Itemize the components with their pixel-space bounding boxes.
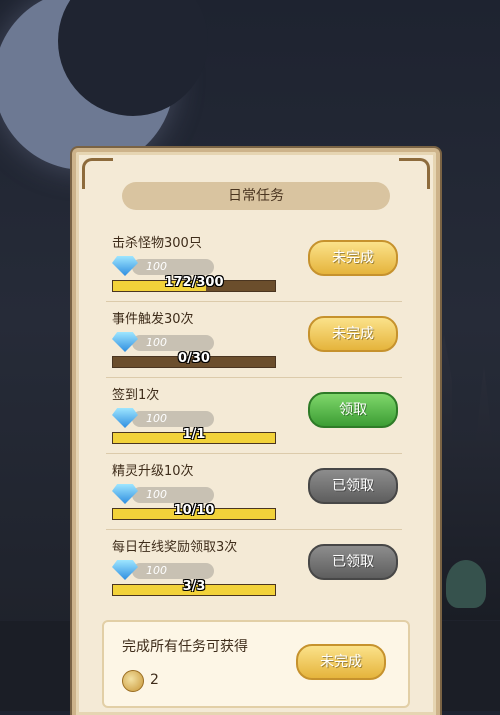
daily-tasks-panel: 日常任务 击杀怪物300只 100 172/300 未完成 事件触发30次 10… <box>72 148 440 715</box>
task-reward: 100 <box>112 332 222 352</box>
progress-bar: 1/1 <box>112 427 276 444</box>
progress-bar: 172/300 <box>112 275 276 292</box>
progress-bar: 0/30 <box>112 351 276 368</box>
corner-ornament <box>399 158 430 189</box>
task-reward: 100 <box>112 484 222 504</box>
task-action-button[interactable]: 未完成 <box>308 240 398 276</box>
task-action-button[interactable]: 领取 <box>308 392 398 428</box>
task-action-button[interactable]: 已领取 <box>308 468 398 504</box>
panel-title: 日常任务 <box>122 182 390 210</box>
progress-text: 3/3 <box>182 579 206 594</box>
goblin-creature <box>446 560 486 608</box>
claim-all-button[interactable]: 未完成 <box>296 644 386 680</box>
task-title: 每日在线奖励领取3次 <box>112 540 238 555</box>
progress-text: 172/300 <box>164 275 224 290</box>
task-title: 击杀怪物300只 <box>112 236 202 251</box>
task-title: 事件触发30次 <box>112 312 194 327</box>
task-row: 签到1次 100 1/1 领取 <box>106 382 402 454</box>
task-action-button[interactable]: 已领取 <box>308 544 398 580</box>
progress-text: 10/10 <box>173 503 215 518</box>
progress-bar: 3/3 <box>112 579 276 596</box>
progress-text: 1/1 <box>182 427 206 442</box>
divider <box>106 453 402 454</box>
divider <box>106 529 402 530</box>
reward-amount: 100 <box>132 411 214 427</box>
task-title: 签到1次 <box>112 388 160 403</box>
task-row: 每日在线奖励领取3次 100 3/3 已领取 <box>106 534 402 606</box>
reward-amount: 100 <box>132 487 214 503</box>
progress-bar: 10/10 <box>112 503 276 520</box>
task-reward: 100 <box>112 256 222 276</box>
reward-amount: 100 <box>132 335 214 351</box>
progress-text: 0/30 <box>178 351 210 366</box>
task-title: 精灵升级10次 <box>112 464 194 479</box>
completion-reward-box: 完成所有任务可获得 2 未完成 <box>102 620 410 708</box>
completion-reward-title: 完成所有任务可获得 <box>122 639 248 655</box>
divider <box>106 301 402 302</box>
reward-amount: 100 <box>132 259 214 275</box>
coin-count: 2 <box>150 672 159 688</box>
corner-ornament <box>82 158 113 189</box>
reward-amount: 100 <box>132 563 214 579</box>
divider <box>106 377 402 378</box>
task-reward: 100 <box>112 560 222 580</box>
task-row: 击杀怪物300只 100 172/300 未完成 <box>106 230 402 302</box>
task-row: 事件触发30次 100 0/30 未完成 <box>106 306 402 378</box>
task-action-button[interactable]: 未完成 <box>308 316 398 352</box>
task-row: 精灵升级10次 100 10/10 已领取 <box>106 458 402 530</box>
task-reward: 100 <box>112 408 222 428</box>
coin-icon <box>122 670 144 692</box>
